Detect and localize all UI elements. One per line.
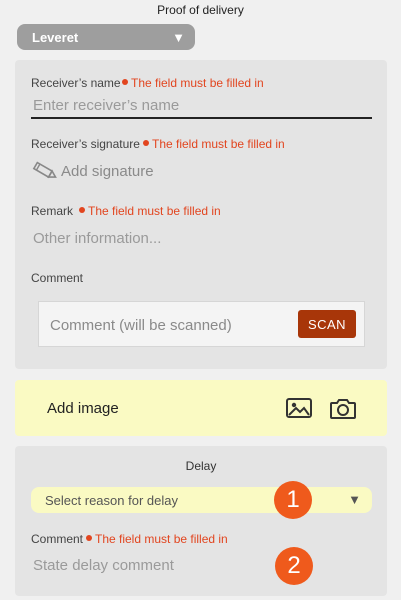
error-dot-icon: [122, 79, 128, 85]
add-signature-button[interactable]: Add signature: [31, 160, 154, 182]
remark-input[interactable]: Other information...: [33, 230, 161, 247]
delay-comment-error: The field must be filled in: [86, 532, 228, 546]
delay-title: Delay: [185, 459, 217, 473]
receiver-signature-error: The field must be filled in: [143, 137, 285, 151]
error-dot-icon: [79, 207, 85, 213]
step-badge-1: 1: [274, 481, 312, 519]
step-badge-2: 2: [275, 547, 313, 585]
add-signature-label: Add signature: [61, 162, 154, 180]
pencil-icon: [32, 161, 57, 179]
delay-reason-value: Select reason for delay: [45, 492, 178, 508]
route-dropdown[interactable]: Leveret ▼: [17, 24, 195, 50]
delay-reason-dropdown[interactable]: Select reason for delay ▼: [31, 487, 372, 513]
delay-comment-input[interactable]: State delay comment: [33, 557, 174, 574]
comment-scan-field[interactable]: Comment (will be scanned) SCAN: [38, 301, 365, 347]
remark-error: The field must be filled in: [79, 204, 221, 218]
comment-input[interactable]: Comment (will be scanned): [50, 317, 232, 334]
page-title: Proof of delivery: [157, 3, 244, 17]
route-dropdown-value: Leveret: [32, 29, 79, 45]
chevron-down-icon: ▼: [348, 492, 361, 507]
add-image-card: Add image: [15, 380, 387, 436]
error-dot-icon: [86, 535, 92, 541]
gallery-icon[interactable]: [285, 397, 313, 419]
chevron-down-icon: ▼: [172, 30, 185, 45]
receiver-name-error: The field must be filled in: [122, 76, 264, 90]
comment-label: Comment: [31, 271, 84, 285]
receiver-name-input[interactable]: Enter receiver’s name: [33, 97, 179, 114]
receiver-name-underline: [31, 117, 372, 119]
remark-label: Remark: [31, 204, 74, 218]
receiver-signature-label: Receiver’s signature: [31, 137, 140, 151]
error-dot-icon: [143, 140, 149, 146]
receiver-name-label: Receiver’s name: [31, 76, 121, 90]
camera-icon[interactable]: [329, 396, 357, 420]
scan-button[interactable]: SCAN: [298, 310, 356, 338]
delay-comment-label: Comment: [31, 532, 84, 546]
add-image-label: Add image: [47, 400, 119, 417]
